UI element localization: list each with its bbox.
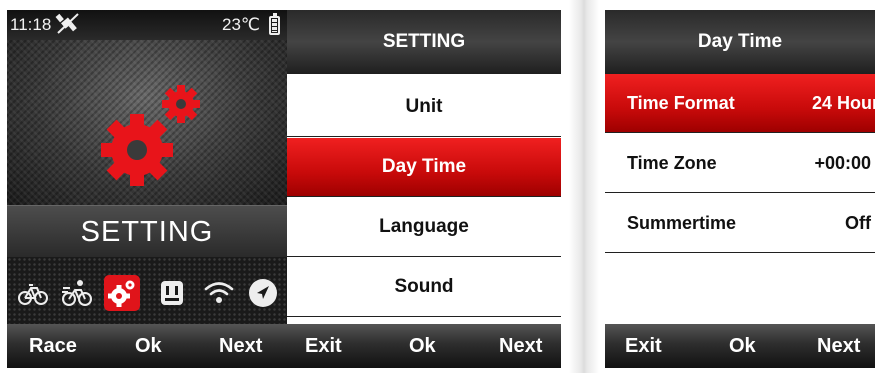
time-format-label: Time Format (627, 93, 735, 113)
next-button[interactable]: Next (817, 335, 860, 358)
softkey-bar: Exit Ok Next (605, 324, 875, 368)
ok-button[interactable]: Ok (135, 335, 162, 358)
menu-item-unit[interactable]: Unit (287, 78, 561, 137)
mode-selector (7, 257, 287, 325)
navigation-icon[interactable] (245, 275, 281, 311)
settings-gears-icon[interactable] (104, 275, 140, 311)
clock: 11:18 (10, 15, 52, 34)
setting-title: SETTING (287, 10, 561, 74)
summertime-label: Summertime (627, 213, 737, 233)
menu-item-language[interactable]: Language (287, 198, 561, 257)
menu-item-sound[interactable]: Sound (287, 258, 561, 317)
setting-menu-screen: SETTING Unit Day Time Language Sound Exi… (287, 10, 561, 368)
next-button[interactable]: Next (499, 335, 542, 358)
time-zone-value: +00:00 (814, 153, 871, 173)
wifi-icon[interactable] (201, 275, 237, 311)
mode-hero (7, 40, 287, 205)
screen-divider (569, 0, 599, 373)
ok-button[interactable]: Ok (409, 335, 436, 358)
temperature: 23℃ (222, 15, 261, 34)
battery-icon (269, 13, 280, 35)
time-format-value: 24 Hour (811, 93, 875, 113)
time-zone-label: Time Zone (627, 153, 717, 173)
softkey-bar: Race Ok Next (7, 324, 287, 368)
exit-button[interactable]: Exit (625, 335, 662, 358)
gears-icon (101, 85, 200, 186)
mode-title-bar: SETTING (7, 205, 287, 257)
menu-item-day-time[interactable]: Day Time (287, 138, 561, 197)
race-button[interactable]: Race (29, 335, 77, 358)
next-button[interactable]: Next (219, 335, 262, 358)
softkey-bar: Exit Ok Next (287, 324, 561, 368)
mode-title: SETTING (80, 216, 214, 248)
status-bar: 11:18 23℃ (7, 10, 287, 40)
summertime-row[interactable]: Summertime Off (605, 194, 875, 253)
summertime-value: Off (845, 213, 871, 233)
home-screen: 11:18 23℃ SETTING Race Ok Next (7, 10, 287, 368)
bike-speed-icon[interactable] (59, 275, 95, 311)
ok-button[interactable]: Ok (729, 335, 756, 358)
time-format-row[interactable]: Time Format 24 Hour (605, 74, 875, 133)
day-time-title: Day Time (605, 10, 875, 74)
exit-button[interactable]: Exit (305, 335, 342, 358)
time-zone-row[interactable]: Time Zone +00:00 (605, 134, 875, 193)
day-time-screen: Day Time Time Format 24 Hour Time Zone +… (605, 10, 875, 368)
device-icon[interactable] (154, 275, 190, 311)
satellite-off-icon (55, 13, 79, 34)
bike-icon[interactable] (15, 275, 51, 311)
